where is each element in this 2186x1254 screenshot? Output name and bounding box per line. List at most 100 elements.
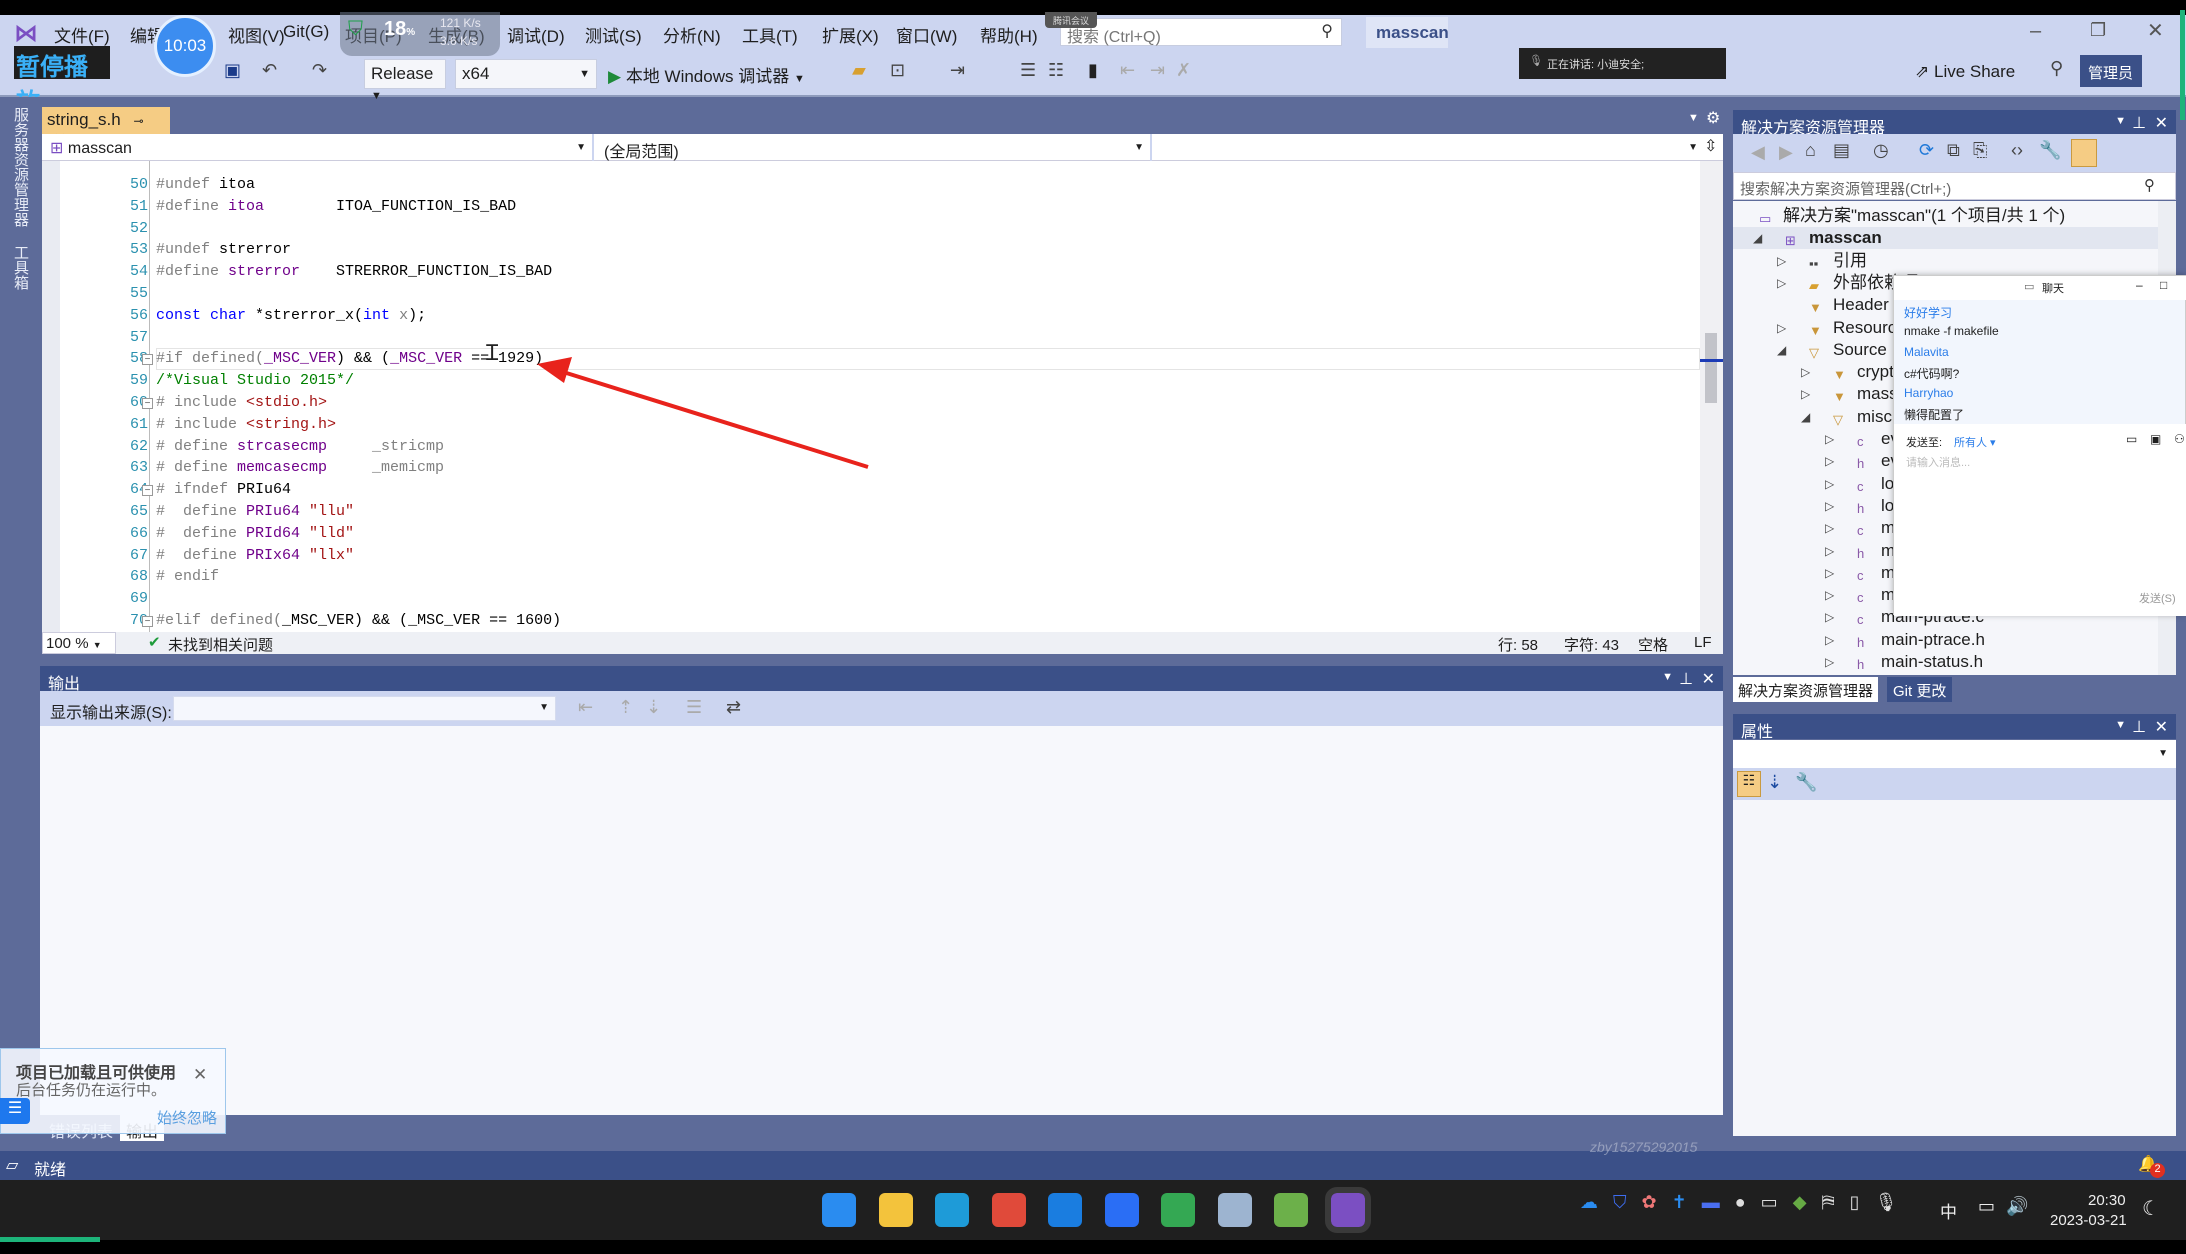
show-all-files-icon[interactable]: ⎘ — [1973, 140, 1987, 161]
fold-toggle[interactable]: − — [142, 398, 153, 409]
panel-menu-icon[interactable]: ▼ — [2115, 719, 2126, 731]
member-dropdown[interactable]: ▼ — [1154, 134, 1704, 161]
clock-date[interactable]: 2023-03-21 — [2050, 1212, 2127, 1229]
bookmark-clear-icon[interactable]: ✗ — [1176, 60, 1191, 81]
editor-vertical-scrollbar[interactable] — [1700, 161, 1723, 632]
expand-arrow-icon[interactable]: ▷ — [1825, 450, 1834, 472]
focus-moon-icon[interactable]: ☾ — [2142, 1196, 2160, 1221]
preview-selected-icon[interactable] — [2071, 139, 2097, 167]
expand-arrow-icon[interactable]: ▷ — [1825, 562, 1834, 584]
app-eye-icon[interactable] — [1217, 1193, 1252, 1227]
pin-icon[interactable]: ⊸ — [133, 114, 143, 128]
clear-all-icon[interactable]: ☰ — [686, 697, 702, 718]
properties-wrench-icon[interactable]: 🔧 — [2039, 140, 2061, 161]
fold-toggle[interactable]: − — [142, 354, 153, 366]
back-icon[interactable]: ◀ — [1751, 142, 1765, 163]
search-box[interactable]: 搜索 (Ctrl+Q) ⚲ — [1060, 18, 1342, 46]
undo-icon[interactable]: ↶ — [262, 60, 277, 81]
collapse-all-icon[interactable]: ⧉ — [1947, 140, 1960, 161]
scope-dropdown[interactable]: (全局范围) ▼ — [596, 134, 1152, 161]
expand-arrow-icon[interactable]: ▷ — [1777, 317, 1786, 339]
expand-arrow-icon[interactable]: ▷ — [1777, 272, 1786, 294]
bookmark-tray-icon[interactable]: ⛿ — [1822, 1192, 1835, 1212]
expand-arrow-icon[interactable]: ▷ — [1801, 383, 1810, 405]
toast-ignore-link[interactable]: 始终忽略 — [157, 1107, 217, 1128]
menu-item[interactable]: 扩展(X) — [822, 22, 879, 47]
menu-item[interactable]: 工具(T) — [742, 22, 798, 47]
indent-indicator[interactable]: 空格 — [1638, 634, 1668, 655]
scroll-thumb[interactable] — [1705, 333, 1717, 403]
expand-arrow-icon[interactable]: ▷ — [1825, 473, 1834, 495]
close-panel-icon[interactable]: ✕ — [2155, 717, 2168, 737]
tab-string-s-h[interactable]: string_s.h ⊸ ✕ — [42, 107, 170, 149]
word-wrap-icon[interactable]: ⇄ — [726, 697, 741, 718]
prev-message-icon[interactable]: ⇡ — [618, 697, 633, 718]
panel-menu-icon[interactable]: ▼ — [1662, 671, 1673, 683]
tree-item[interactable]: ▷ h main-ptrace.h — [1733, 629, 2158, 651]
collapse-arrow-icon[interactable]: ◢ — [1753, 227, 1762, 249]
code-editor[interactable]: 49 50 #undef itoa 51 #define itoa ITOA_FUNC… — [42, 161, 1700, 632]
nvidia-tray-icon[interactable]: ◆ — [1793, 1192, 1807, 1212]
menu-item[interactable]: 帮助(H) — [980, 22, 1038, 47]
app-tray-icon[interactable]: ✿ — [1642, 1192, 1657, 1212]
live-share-button[interactable]: ⇗ Live Share — [1915, 62, 2015, 82]
categorized-icon[interactable]: ☷ — [1737, 771, 1761, 797]
send-to-dropdown[interactable]: 所有人 ▾ — [1954, 434, 1996, 450]
view-code-icon[interactable]: ‹› — [2011, 140, 2023, 161]
zoom-dropdown[interactable]: 100 % ▼ — [42, 632, 116, 654]
notice-icon[interactable]: ▣ — [2150, 432, 2161, 446]
monitor-tray-icon[interactable]: ▭ — [1761, 1192, 1778, 1212]
feishu-icon[interactable] — [1104, 1193, 1139, 1227]
browser-icon[interactable]: ⊡ — [890, 60, 905, 81]
find-message-icon[interactable]: ⇤ — [578, 697, 593, 718]
tree-item[interactable]: ▭ 解决方案"masscan"(1 个项目/共 1 个) — [1733, 205, 2158, 227]
clock-time[interactable]: 20:30 — [2088, 1192, 2126, 1209]
menu-item[interactable]: 文件(F) — [54, 22, 110, 47]
forward-icon[interactable]: ▶ — [1779, 142, 1793, 163]
fold-toggle[interactable]: − — [142, 616, 153, 627]
expand-arrow-icon[interactable]: ▷ — [1825, 629, 1834, 651]
property-pages-icon[interactable]: 🔧 — [1795, 772, 1817, 793]
expand-arrow-icon[interactable]: ▷ — [1825, 517, 1834, 539]
chrome-2-icon[interactable] — [1161, 1193, 1195, 1227]
tree-item[interactable]: ▷ ▪▪ 引用 — [1733, 250, 2158, 272]
settings-gear-icon[interactable]: ⚙ — [1706, 108, 1720, 128]
redo-icon[interactable]: ↷ — [312, 60, 327, 81]
expand-arrow-icon[interactable]: ▷ — [1825, 651, 1834, 673]
collapse-arrow-icon[interactable]: ◢ — [1777, 339, 1786, 361]
configuration-dropdown[interactable]: Release ▼ — [364, 59, 446, 102]
edge-icon[interactable] — [935, 1193, 969, 1227]
network-icon[interactable]: ▭ — [1978, 1196, 1995, 1217]
pin-icon[interactable]: ⊥ — [2132, 113, 2146, 133]
bookmark-icon[interactable]: ▮ — [1088, 60, 1098, 81]
windows-start-icon[interactable] — [822, 1193, 856, 1227]
members-icon[interactable]: ⚇ — [2174, 432, 2185, 446]
menu-item[interactable]: 视图(V) — [228, 22, 285, 47]
bookmark-prev-icon[interactable]: ⇤ — [1120, 60, 1135, 81]
start-debugging-button[interactable]: ▶ 本地 Windows 调试器 ▼ — [608, 62, 805, 87]
panel-menu-icon[interactable]: ▼ — [2115, 115, 2126, 127]
feishu-tray-icon[interactable]: ☁ — [1580, 1192, 1598, 1212]
chrome-icon[interactable] — [991, 1193, 1026, 1227]
home-icon[interactable]: ⌂ — [1805, 140, 1816, 161]
app-tray-icon-2[interactable]: ✝ — [1672, 1192, 1687, 1212]
expand-arrow-icon[interactable]: ▷ — [1801, 361, 1810, 383]
volume-icon[interactable]: 🔊 — [2006, 1196, 2028, 1217]
issues-status[interactable]: 未找到相关问题 — [168, 634, 273, 655]
expand-arrow-icon[interactable]: ▷ — [1825, 540, 1834, 562]
chat-minimize-button[interactable]: – — [2136, 278, 2143, 292]
pause-playback-label[interactable]: 暂停播放 — [14, 46, 110, 116]
solution-search-input[interactable]: 搜索解决方案资源管理器(Ctrl+;) ⚲ — [1733, 172, 2176, 200]
chat-maximize-button[interactable]: □ — [2160, 278, 2167, 292]
display-tray-icon[interactable]: ▬ — [1702, 1192, 1720, 1212]
expand-arrow-icon[interactable]: ▷ — [1825, 584, 1834, 606]
microphone-tray-icon[interactable]: 🎙 — [1875, 1192, 1898, 1212]
minimize-button[interactable]: – — [2030, 20, 2041, 43]
chat-input[interactable]: 请输入消息... — [1906, 454, 1970, 470]
expand-arrow-icon[interactable]: ▷ — [1825, 495, 1834, 517]
collapse-arrow-icon[interactable]: ◢ — [1801, 406, 1810, 428]
menu-item[interactable]: 分析(N) — [663, 22, 721, 47]
list-button[interactable]: ☰ — [0, 1098, 30, 1124]
pending-changes-icon[interactable]: ◷ — [1873, 140, 1889, 161]
uncomment-icon[interactable]: ☷ — [1048, 60, 1064, 81]
